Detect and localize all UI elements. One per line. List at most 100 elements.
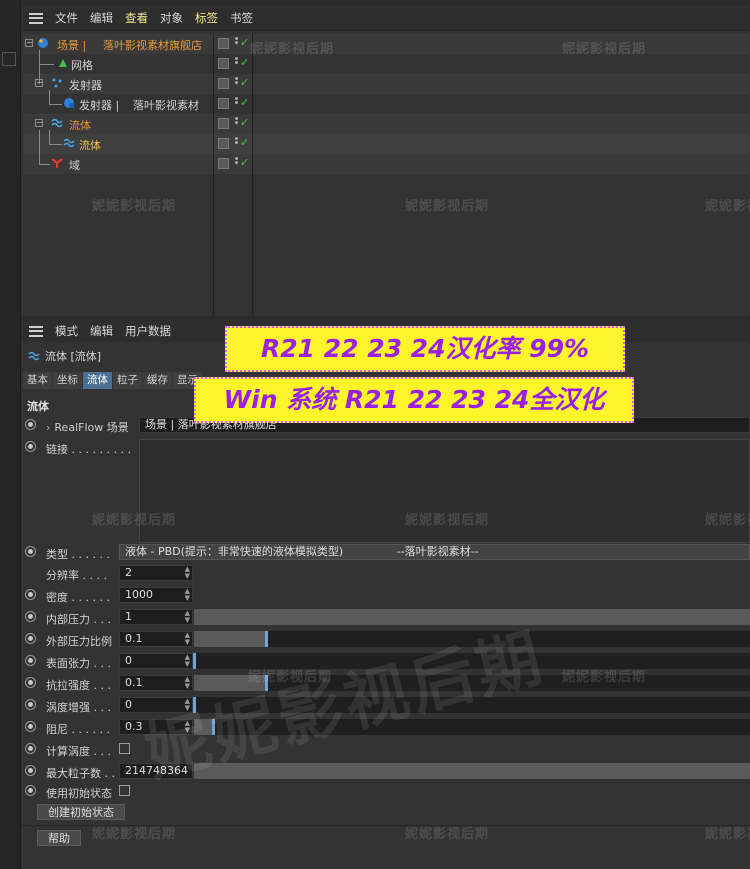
animate-radio[interactable] [25,655,36,666]
vorticity-label: 计算涡度 . . . [46,745,111,758]
edit-layer-icon[interactable] [218,78,229,89]
animate-radio[interactable] [25,633,36,644]
watermark: 妮妮影视后期 [92,827,177,842]
animate-radio[interactable] [25,743,36,754]
edit-layer-icon[interactable] [218,118,229,129]
enabled-check-icon[interactable]: ✓ [240,96,249,109]
animate-radio[interactable] [25,721,36,732]
spinner-arrows-icon[interactable]: ▲ ▼ [185,588,190,602]
parameter-label: 外部压力比例 [46,635,112,648]
attribute-title: 流体 [流体] [27,348,101,364]
help-button[interactable]: 帮助 [37,830,81,846]
animate-radio[interactable] [25,677,36,688]
vorticity-checkbox[interactable] [119,743,130,754]
parameter-field[interactable]: 2 ▲ ▼ [119,565,193,581]
realflow-scene-icon [38,38,48,48]
left-toolbar-strip [0,0,21,869]
menu-edit[interactable]: 编辑 [84,10,119,26]
animate-radio[interactable] [25,419,36,430]
enabled-check-icon[interactable]: ✓ [240,76,249,89]
parameter-label: 密度 . . . . . . [46,591,110,604]
menu-view[interactable]: 查看 [119,10,154,26]
max-particles-row: 最大粒子数 . . 214748364 [23,762,750,782]
slider-fill [194,631,267,647]
animate-radio[interactable] [25,765,36,776]
visibility-dots-icon[interactable] [233,136,239,152]
spinner-arrows-icon[interactable]: ▲ ▼ [185,632,190,646]
tab-cache[interactable]: 缓存 [143,372,172,389]
animate-radio[interactable] [25,785,36,796]
create-initial-state-button[interactable]: 创建初始状态 [37,804,125,820]
chevron-right-icon[interactable]: › [46,421,50,434]
tree-row-emitter-group[interactable]: − 发射器 [23,64,750,94]
parameter-label: 抗拉强度 . . . [46,679,111,692]
section-title: 流体 [27,400,49,413]
spinner-arrows-icon[interactable]: ▲ ▼ [185,676,190,690]
spinner-arrows-icon[interactable]: ▲ ▼ [185,566,190,580]
menu-bookmarks[interactable]: 书签 [224,10,259,26]
enabled-check-icon[interactable]: ✓ [240,56,249,69]
enabled-check-icon[interactable]: ✓ [240,136,249,149]
animate-radio[interactable] [25,546,36,557]
menu-user-data[interactable]: 用户数据 [119,323,177,339]
tree-row-fluid-group[interactable]: − 流体 [23,114,750,134]
parameter-field[interactable]: 0 ▲ ▼ [119,653,193,669]
spinner-arrows-icon[interactable]: ▲ ▼ [185,654,190,668]
menu-mode[interactable]: 模式 [49,323,84,339]
menu-file[interactable]: 文件 [49,10,84,26]
layout-icon[interactable] [2,52,16,66]
emitter-icon [64,98,74,108]
parameter-field[interactable]: 1 ▲ ▼ [119,609,193,625]
menu-object[interactable]: 对象 [154,10,189,26]
edit-layer-icon[interactable] [218,158,229,169]
link-label: 链接 . . . . . . . . . [46,443,131,456]
tab-particles[interactable]: 粒子 [113,372,142,389]
visibility-dots-icon[interactable] [233,156,239,172]
expand-toggle[interactable]: − [35,119,43,127]
enabled-check-icon[interactable]: ✓ [240,156,249,169]
watermark: 妮妮影视后期 [405,199,490,214]
parameter-label: 内部压力 . . . [46,613,111,626]
visibility-dots-icon[interactable] [233,36,239,52]
edit-layer-icon[interactable] [218,38,229,49]
edit-layer-icon[interactable] [218,58,229,69]
visibility-dots-icon[interactable] [233,116,239,132]
tree-row-domain[interactable]: 域 [23,130,750,174]
menu-tags[interactable]: 标签 [189,10,224,26]
tab-fluid[interactable]: 流体 [83,372,112,389]
visibility-dots-icon[interactable] [233,56,239,72]
enabled-check-icon[interactable]: ✓ [240,116,249,129]
parameter-row: 密度 . . . . . . 1000 ▲ ▼ [23,586,750,606]
tree-row-mesh[interactable]: 网格 [23,50,750,74]
tab-coordinates[interactable]: 坐标 [53,372,82,389]
hamburger-menu-icon[interactable] [29,12,43,24]
slider-handle[interactable] [265,631,269,647]
promo-banner-top: R21 22 23 24汉化率 99% [225,326,625,372]
edit-layer-icon[interactable] [218,98,229,109]
tree-row-fluid[interactable]: 流体 [23,130,750,154]
visibility-dots-icon[interactable] [233,96,239,112]
object-comment: 落叶影视素材 [133,99,199,112]
animate-radio[interactable] [25,441,36,452]
hamburger-menu-icon[interactable] [29,325,43,337]
expand-toggle[interactable]: − [25,39,33,47]
tree-row-emitter[interactable]: 发射器 | 落叶影视素材 [23,90,750,114]
menu-edit[interactable]: 编辑 [84,323,119,339]
tab-basic[interactable]: 基本 [23,372,52,389]
animate-radio[interactable] [25,589,36,600]
expand-toggle[interactable]: − [35,79,43,87]
type-dropdown[interactable]: 液体 - PBD(提示：非常快速的液体模拟类型) --落叶影视素材-- [119,544,750,560]
parameter-field[interactable]: 0.1 ▲ ▼ [119,675,193,691]
spinner-arrows-icon[interactable]: ▲ ▼ [185,610,190,624]
max-particles-slider[interactable] [194,763,750,779]
visibility-dots-icon[interactable] [233,76,239,92]
slider-handle[interactable] [193,653,196,669]
animate-radio[interactable] [25,611,36,622]
enabled-check-icon[interactable]: ✓ [240,36,249,49]
animate-radio[interactable] [25,699,36,710]
tree-connector [39,130,50,165]
use-initial-state-checkbox[interactable] [119,785,130,796]
edit-layer-icon[interactable] [218,138,229,149]
parameter-field[interactable]: 0.1 ▲ ▼ [119,631,193,647]
parameter-field[interactable]: 1000 ▲ ▼ [119,587,193,603]
